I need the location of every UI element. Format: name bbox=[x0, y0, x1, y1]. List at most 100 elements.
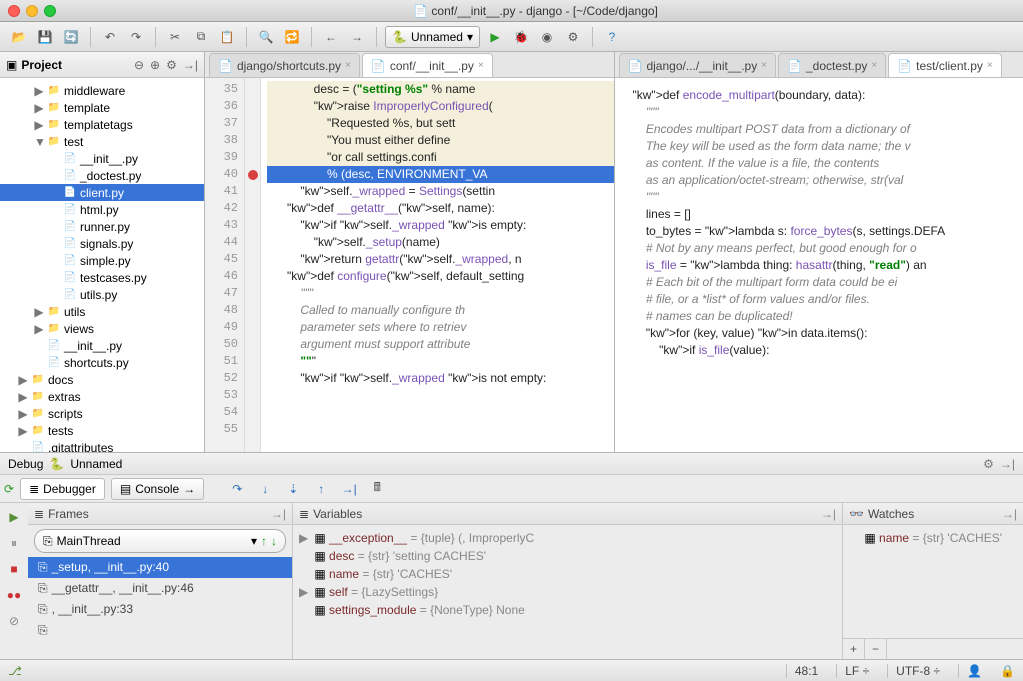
tree-item[interactable]: ▶📁views bbox=[0, 320, 204, 337]
variable-row[interactable]: ▦ settings_module = {NoneType} None bbox=[299, 601, 836, 619]
variable-row[interactable]: ▦ desc = {str} 'setting CACHES' bbox=[299, 547, 836, 565]
tree-item[interactable]: 📄runner.py bbox=[0, 218, 204, 235]
tree-item[interactable]: ▶📁template bbox=[0, 99, 204, 116]
editor-tab[interactable]: 📄_doctest.py× bbox=[778, 53, 886, 77]
encoding[interactable]: UTF-8 ÷ bbox=[887, 664, 948, 678]
close-icon[interactable]: × bbox=[871, 60, 877, 71]
left-editor[interactable]: desc = ("setting %s" % name "kw">raise I… bbox=[261, 78, 614, 452]
frame-row[interactable]: ⎘ bbox=[28, 620, 292, 641]
hide-icon[interactable]: →| bbox=[271, 507, 286, 521]
lock-icon[interactable]: 🔒 bbox=[1000, 664, 1015, 678]
close-icon[interactable]: × bbox=[987, 60, 993, 71]
debug-icon[interactable]: 🐞 bbox=[510, 26, 532, 48]
step-into-icon[interactable]: ↓ bbox=[254, 478, 276, 500]
find-icon[interactable]: 🔍 bbox=[255, 26, 277, 48]
tree-item[interactable]: 📄signals.py bbox=[0, 235, 204, 252]
tree-item[interactable]: 📄utils.py bbox=[0, 286, 204, 303]
view-breakpoints-icon[interactable]: ●● bbox=[4, 585, 24, 605]
frame-row[interactable]: ⎘_setup, __init__.py:40 bbox=[28, 557, 292, 578]
close-icon[interactable] bbox=[8, 5, 20, 17]
thread-selector[interactable]: ⎘ MainThread ▾ ↑ ↓ bbox=[34, 529, 286, 553]
forward-icon[interactable]: → bbox=[346, 26, 368, 48]
editor-tab[interactable]: 📄test/client.py× bbox=[888, 53, 1002, 77]
breakpoint-gutter[interactable] bbox=[245, 78, 261, 452]
tree-item[interactable]: 📄.gitattributes bbox=[0, 439, 204, 452]
gear-icon[interactable]: ⚙ bbox=[166, 58, 177, 72]
resume-icon[interactable]: ▶ bbox=[4, 507, 24, 527]
add-watch-icon[interactable]: + bbox=[843, 639, 865, 659]
hide-icon[interactable]: →| bbox=[1002, 507, 1017, 521]
replace-icon[interactable]: 🔁 bbox=[281, 26, 303, 48]
editor-tab[interactable]: 📄conf/__init__.py× bbox=[362, 53, 493, 77]
watch-list[interactable]: ▦ name = {str} 'CACHES' bbox=[843, 525, 1023, 586]
help-icon[interactable]: ? bbox=[601, 26, 623, 48]
prev-frame-icon[interactable]: ↑ bbox=[261, 534, 267, 548]
tree-item[interactable]: 📄html.py bbox=[0, 201, 204, 218]
tree-item[interactable]: 📄__init__.py bbox=[0, 150, 204, 167]
resume-icon[interactable]: ⟳ bbox=[4, 482, 14, 496]
run-config-combo[interactable]: 🐍 Unnamed ▾ bbox=[385, 26, 480, 48]
caret-position[interactable]: 48:1 bbox=[786, 664, 826, 678]
close-icon[interactable]: × bbox=[761, 60, 767, 71]
redo-icon[interactable]: ↷ bbox=[125, 26, 147, 48]
variable-list[interactable]: ▶ ▦ __exception__ = {tuple} (, Improperl… bbox=[293, 525, 842, 659]
hide-icon[interactable]: →| bbox=[1000, 457, 1015, 471]
next-frame-icon[interactable]: ↓ bbox=[271, 534, 277, 548]
coverage-icon[interactable]: ◉ bbox=[536, 26, 558, 48]
inspection-icon[interactable]: 👤 bbox=[958, 664, 990, 678]
step-over-icon[interactable]: ↷ bbox=[226, 478, 248, 500]
back-icon[interactable]: ← bbox=[320, 26, 342, 48]
minimize-icon[interactable] bbox=[26, 5, 38, 17]
tree-item[interactable]: ▶📁utils bbox=[0, 303, 204, 320]
tree-item[interactable]: 📄client.py bbox=[0, 184, 204, 201]
frame-list[interactable]: ⎘_setup, __init__.py:40⎘__getattr__, __i… bbox=[28, 557, 292, 659]
tab-console[interactable]: ▤ Console → bbox=[111, 478, 204, 500]
profile-icon[interactable]: ⚙ bbox=[562, 26, 584, 48]
remove-watch-icon[interactable]: − bbox=[865, 639, 887, 659]
tree-item[interactable]: ▶📁docs bbox=[0, 371, 204, 388]
tree-item[interactable]: 📄__init__.py bbox=[0, 337, 204, 354]
tree-item[interactable]: 📄shortcuts.py bbox=[0, 354, 204, 371]
tree-item[interactable]: ▶📁middleware bbox=[0, 82, 204, 99]
right-editor[interactable]: "kw">def encode_multipart(boundary, data… bbox=[615, 78, 1023, 452]
collapse-icon[interactable]: ⊖ bbox=[134, 58, 144, 72]
tree-item[interactable]: 📄simple.py bbox=[0, 252, 204, 269]
copy-icon[interactable]: ⧉ bbox=[190, 26, 212, 48]
tree-item[interactable]: 📄testcases.py bbox=[0, 269, 204, 286]
frame-row[interactable]: ⎘__getattr__, __init__.py:46 bbox=[28, 578, 292, 599]
variable-row[interactable]: ▦ name = {str} 'CACHES' bbox=[299, 565, 836, 583]
tree-item[interactable]: ▶📁templatetags bbox=[0, 116, 204, 133]
gear-icon[interactable]: ⚙ bbox=[983, 457, 994, 471]
run-icon[interactable]: ▶ bbox=[484, 26, 506, 48]
run-to-cursor-icon[interactable]: →| bbox=[338, 478, 360, 500]
step-out-icon[interactable]: ↑ bbox=[310, 478, 332, 500]
sidebar-title[interactable]: Project bbox=[21, 58, 62, 72]
vcs-icon[interactable]: ⎇ bbox=[8, 664, 22, 678]
editor-tab[interactable]: 📄django/.../__init__.py× bbox=[619, 53, 777, 77]
tab-debugger[interactable]: ≣ Debugger bbox=[20, 478, 105, 500]
close-icon[interactable]: × bbox=[478, 60, 484, 71]
tree-item[interactable]: ▶📁scripts bbox=[0, 405, 204, 422]
mute-breakpoints-icon[interactable]: ⊘ bbox=[4, 611, 24, 631]
cut-icon[interactable]: ✂ bbox=[164, 26, 186, 48]
paste-icon[interactable]: 📋 bbox=[216, 26, 238, 48]
save-icon[interactable]: 💾 bbox=[34, 26, 56, 48]
sync-icon[interactable]: 🔄 bbox=[60, 26, 82, 48]
tree-item[interactable]: ▶📁extras bbox=[0, 388, 204, 405]
line-separator[interactable]: LF ÷ bbox=[836, 664, 877, 678]
evaluate-icon[interactable]: 🖩 bbox=[366, 478, 388, 500]
tree-item[interactable]: 📄_doctest.py bbox=[0, 167, 204, 184]
undo-icon[interactable]: ↶ bbox=[99, 26, 121, 48]
close-icon[interactable]: × bbox=[345, 60, 351, 71]
editor-tab[interactable]: 📄django/shortcuts.py× bbox=[209, 53, 360, 77]
variable-row[interactable]: ▦ name = {str} 'CACHES' bbox=[849, 529, 1017, 547]
frame-row[interactable]: ⎘, __init__.py:33 bbox=[28, 599, 292, 620]
tree-item[interactable]: ▼📁test bbox=[0, 133, 204, 150]
tree-item[interactable]: ▶📁tests bbox=[0, 422, 204, 439]
target-icon[interactable]: ⊕ bbox=[150, 58, 160, 72]
pause-icon[interactable]: ⏸ bbox=[4, 533, 24, 553]
project-tree[interactable]: ▶📁middleware▶📁template▶📁templatetags▼📁te… bbox=[0, 78, 204, 452]
variable-row[interactable]: ▶ ▦ __exception__ = {tuple} (, Improperl… bbox=[299, 529, 836, 547]
left-gutter[interactable]: 3536373839404142434445464748495051525354… bbox=[205, 78, 245, 452]
open-icon[interactable]: 📂 bbox=[8, 26, 30, 48]
